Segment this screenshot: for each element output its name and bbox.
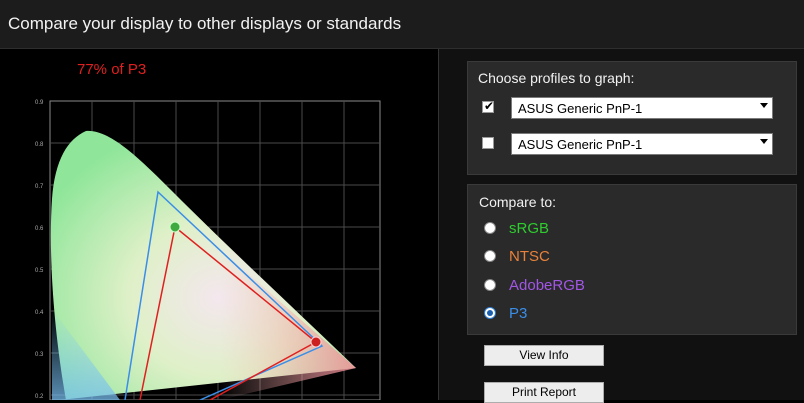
y-tick-label: 0.6 [35,226,44,232]
profile-2-select[interactable]: ASUS Generic PnP-1 [511,133,773,155]
y-tick-label: 0.9 [35,100,44,106]
profile-2-checkbox[interactable] [482,137,494,149]
compare-panel: Compare to: sRGB NTSC AdobeRGB P3 [467,184,797,335]
radio-label-adobergb[interactable]: AdobeRGB [509,277,585,294]
y-tick-label: 0.8 [35,142,44,148]
chevron-down-icon [760,139,768,144]
profiles-panel: Choose profiles to graph: ✔ ASUS Generic… [467,61,797,175]
radio-label-srgb[interactable]: sRGB [509,220,549,237]
window-title: Compare your display to other displays o… [8,14,402,33]
y-axis-ticks: 0.9 0.8 0.7 0.6 0.5 0.4 0.3 0.2 [35,100,44,400]
radio-ntsc[interactable] [484,250,496,262]
red-primary-marker [310,336,322,348]
y-tick-label: 0.7 [35,184,44,190]
y-tick-label: 0.2 [35,394,44,400]
profile-1-checkbox[interactable]: ✔ [482,99,495,113]
radio-label-p3[interactable]: P3 [509,305,527,322]
profile-1-select-value: ASUS Generic PnP-1 [518,101,643,116]
radio-selected-dot [487,310,493,316]
profile-1-select[interactable]: ASUS Generic PnP-1 [511,97,773,119]
view-info-button[interactable]: View Info [484,345,604,366]
cie-gamut-chart: 0.9 0.8 0.7 0.6 0.5 0.4 0.3 0.2 [35,100,381,400]
checkmark-icon: ✔ [484,99,495,113]
compare-panel-title: Compare to: [479,194,557,210]
y-tick-label: 0.3 [35,352,44,358]
profiles-panel-title: Choose profiles to graph: [478,70,635,86]
red-region-shading [220,249,356,400]
y-tick-label: 0.5 [35,268,44,274]
profile-2-select-value: ASUS Generic PnP-1 [518,137,643,152]
chevron-down-icon [760,103,768,108]
gamut-coverage-label: 77% of P3 [77,61,147,78]
radio-srgb[interactable] [484,222,496,234]
radio-adobergb[interactable] [484,279,496,291]
green-primary-marker [169,221,181,233]
y-tick-label: 0.4 [35,310,44,316]
title-bar: Compare your display to other displays o… [0,0,804,49]
radio-p3[interactable] [484,307,496,319]
radio-label-ntsc[interactable]: NTSC [509,248,550,265]
